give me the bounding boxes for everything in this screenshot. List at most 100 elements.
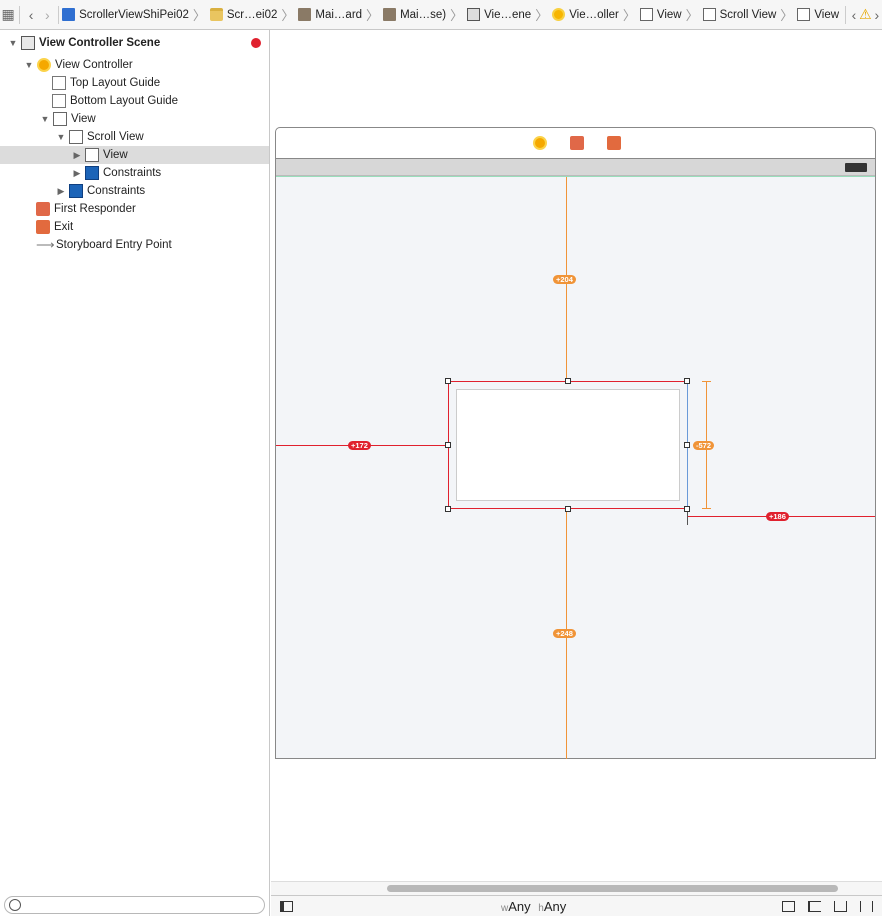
storyboard-canvas[interactable]: +204 +248 +172 -572 +186 (271, 30, 882, 881)
resize-handle-bottom-right[interactable] (684, 506, 690, 512)
constraints-icon (85, 166, 99, 180)
breadcrumb-view-controller[interactable]: Vie…oller (552, 8, 619, 21)
outline-item-entry-point[interactable]: ⟶ Storyboard Entry Point (0, 236, 269, 254)
outline-item-label: Top Layout Guide (70, 77, 161, 89)
breadcrumb-view[interactable]: View (639, 8, 682, 21)
size-class-control[interactable]: wAny hAny (501, 899, 566, 914)
first-responder-icon[interactable] (570, 136, 584, 150)
resize-handle-top-left[interactable] (445, 378, 451, 384)
update-frames-icon[interactable] (782, 901, 795, 912)
breadcrumb-scene[interactable]: Vie…ene (467, 8, 531, 21)
forward-chevron-icon[interactable]: › (39, 4, 55, 26)
outline-item-constraints-outer[interactable]: ▶ Constraints (0, 182, 269, 200)
simulated-status-bar (276, 158, 875, 176)
outline-item-scene[interactable]: ▼ View Controller Scene (0, 34, 269, 52)
top-constraint-badge[interactable]: +204 (553, 275, 576, 284)
outline-item-view[interactable]: ▼ View (0, 110, 269, 128)
selected-view[interactable] (448, 381, 688, 509)
breadcrumb-chevron-icon: 〉 (622, 8, 636, 23)
outline-item-top-layout-guide[interactable]: Top Layout Guide (0, 74, 269, 92)
first-responder-icon (36, 202, 50, 216)
warning-icon[interactable]: ⚠ (859, 4, 872, 26)
view-controller-icon[interactable] (533, 136, 547, 150)
view-icon (53, 112, 67, 126)
scroll-view-area[interactable]: +204 +248 +172 -572 +186 (276, 176, 875, 759)
outline-item-label: View (103, 149, 128, 161)
breadcrumb-scroll-view[interactable]: Scroll View (702, 8, 777, 21)
error-indicator-icon[interactable] (251, 38, 261, 48)
view-controller-icon (37, 58, 51, 72)
outline-item-view-controller[interactable]: ▼ View Controller (0, 56, 269, 74)
storyboard-icon (383, 8, 397, 21)
canvas-horizontal-scrollbar[interactable] (271, 881, 882, 895)
resize-handle-top-right[interactable] (684, 378, 690, 384)
resize-handle-top[interactable] (565, 378, 571, 384)
align-icon[interactable] (808, 901, 821, 912)
resize-handle-right[interactable] (684, 442, 690, 448)
outline-item-bottom-layout-guide[interactable]: Bottom Layout Guide (0, 92, 269, 110)
disclosure-closed-icon[interactable]: ▶ (56, 186, 66, 197)
disclosure-open-icon[interactable]: ▼ (24, 60, 34, 70)
bottom-constraint-badge[interactable]: +248 (553, 629, 576, 638)
disclosure-open-icon[interactable]: ▼ (40, 114, 50, 124)
view-icon (69, 130, 83, 144)
related-items-icon[interactable]: ▦ (0, 4, 16, 26)
outline-item-label: View (71, 113, 96, 125)
outline-item-scroll-view[interactable]: ▼ Scroll View (0, 128, 269, 146)
outline-filter-field[interactable] (4, 896, 265, 914)
outline-item-label: Constraints (87, 185, 146, 197)
layout-guide-icon (52, 76, 66, 90)
breadcrumb-label: Mai…se) (400, 8, 447, 21)
trailing-constraint-badge[interactable]: +186 (766, 512, 789, 521)
breadcrumb-chevron-icon: 〉 (366, 8, 380, 23)
exit-icon[interactable] (607, 136, 621, 150)
scene-dock (276, 128, 875, 158)
resize-handle-bottom-left[interactable] (445, 506, 451, 512)
layout-guide-icon (52, 94, 66, 108)
next-issue-chevron-icon[interactable]: › (872, 4, 882, 26)
height-constraint-badge[interactable]: -572 (693, 441, 715, 450)
outline-item-constraints-inner[interactable]: ▶ Constraints (0, 164, 269, 182)
outline-item-label: First Responder (54, 203, 136, 215)
breadcrumb-chevron-icon: 〉 (192, 8, 206, 23)
breadcrumb-label: Scroll View (719, 8, 777, 21)
resize-handle-bottom[interactable] (565, 506, 571, 512)
view-controller-icon (552, 8, 566, 21)
breadcrumb-chevron-icon: 〉 (685, 8, 699, 23)
disclosure-closed-icon[interactable]: ▶ (72, 150, 82, 161)
selected-view-inner (456, 389, 680, 501)
width-class-value: Any (508, 899, 531, 914)
scrollbar-thumb[interactable] (387, 885, 838, 892)
toggle-outline-icon[interactable] (280, 901, 293, 912)
divider (58, 5, 60, 24)
disclosure-open-icon[interactable]: ▼ (8, 38, 18, 48)
breadcrumb-inner-view[interactable]: View (797, 8, 839, 21)
breadcrumb-project[interactable]: ScrollerViewShiPei02 (62, 8, 189, 21)
breadcrumb-chevron-icon: 〉 (535, 8, 549, 23)
back-chevron-icon[interactable]: ‹ (23, 4, 39, 26)
resize-handle-left[interactable] (445, 442, 451, 448)
exit-icon (36, 220, 50, 234)
breadcrumb-label: ScrollerViewShiPei02 (79, 8, 189, 21)
leading-constraint-badge[interactable]: +172 (348, 441, 371, 450)
outline-item-label: Bottom Layout Guide (70, 95, 179, 107)
folder-icon (209, 8, 223, 21)
constraints-icon (69, 184, 83, 198)
breadcrumb-storyboard-base[interactable]: Mai…se) (383, 8, 446, 21)
breadcrumb-folder[interactable]: Scr…ei02 (209, 8, 278, 21)
outline-item-first-responder[interactable]: First Responder (0, 200, 269, 218)
entry-point-arrow-icon: ⟶ (36, 237, 55, 252)
breadcrumb-label: View (656, 8, 682, 21)
disclosure-open-icon[interactable]: ▼ (56, 132, 66, 142)
view-controller-scene-frame[interactable]: +204 +248 +172 -572 +186 (275, 127, 876, 759)
resolve-issues-icon[interactable] (860, 901, 873, 912)
outline-item-inner-view[interactable]: ▶ View (0, 146, 269, 164)
outline-item-exit[interactable]: Exit (0, 218, 269, 236)
pin-icon[interactable] (834, 901, 847, 912)
breadcrumb-label: Scr…ei02 (226, 8, 278, 21)
disclosure-closed-icon[interactable]: ▶ (72, 168, 82, 179)
view-icon (639, 8, 653, 21)
previous-issue-chevron-icon[interactable]: ‹ (849, 4, 859, 26)
height-constraint-cap-bottom (702, 508, 711, 509)
breadcrumb-storyboard[interactable]: Mai…ard (298, 8, 362, 21)
